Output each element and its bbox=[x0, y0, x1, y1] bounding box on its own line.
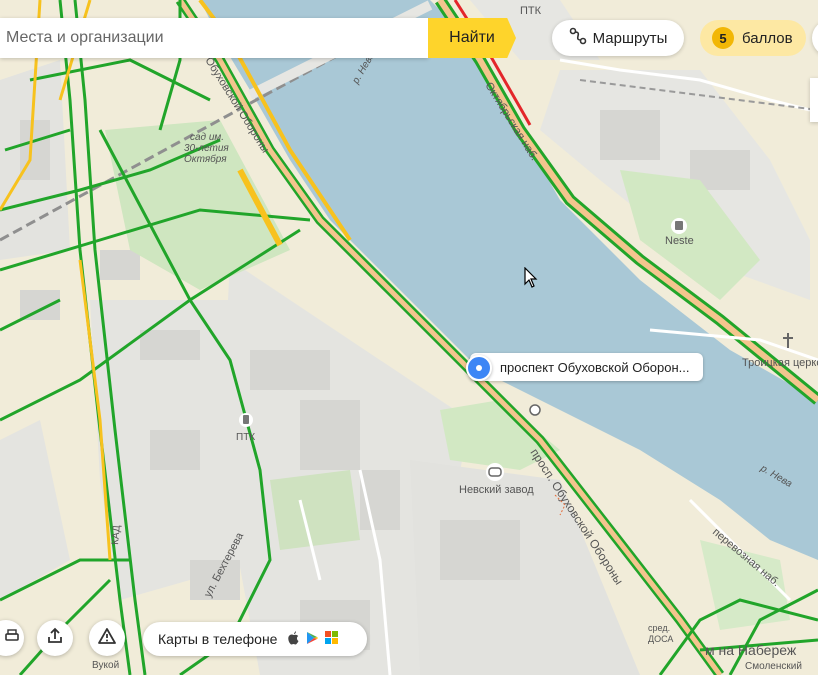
troitskaya-label: Троицкая церко bbox=[742, 357, 818, 369]
fuel-poi-icon[interactable] bbox=[239, 413, 253, 427]
location-pin-icon[interactable] bbox=[466, 355, 492, 381]
search-box bbox=[0, 18, 432, 58]
points-count: 5 bbox=[712, 27, 734, 49]
doska-label: ДОСА bbox=[648, 634, 673, 644]
apple-icon bbox=[287, 630, 300, 648]
search-input[interactable] bbox=[0, 18, 432, 58]
route-icon bbox=[569, 27, 587, 49]
kad-label: КАД bbox=[110, 525, 123, 546]
points-button[interactable]: 5 баллов bbox=[700, 20, 806, 56]
point-poi-icon[interactable] bbox=[529, 404, 541, 416]
place-popup[interactable]: проспект Обуховской Оборон... bbox=[470, 353, 704, 381]
factory-poi-icon[interactable] bbox=[486, 463, 504, 481]
map-canvas[interactable]: ПТК р. Нева р. Нева сад им. 30-летия Окт… bbox=[0, 0, 818, 675]
find-button[interactable]: Найти bbox=[428, 18, 516, 58]
routes-button[interactable]: Маршруты bbox=[552, 20, 684, 56]
side-panel-button[interactable] bbox=[810, 78, 818, 122]
smolensky-label: Смоленский bbox=[745, 661, 802, 672]
share-icon bbox=[46, 627, 64, 650]
garden-label-2: 30-летия bbox=[184, 143, 229, 154]
mobile-app-button[interactable]: Карты в телефоне bbox=[143, 622, 367, 656]
popup-label: проспект Обуховской Оборон... bbox=[500, 359, 690, 375]
vukoi-label: Вукой bbox=[92, 660, 119, 671]
routes-label: Маршруты bbox=[592, 29, 668, 47]
print-icon bbox=[4, 628, 20, 649]
windows-icon bbox=[325, 631, 339, 647]
ptk-mid-label: ПТК bbox=[236, 432, 255, 443]
warning-icon bbox=[97, 627, 117, 650]
naberezh-label: м на Набереж bbox=[705, 642, 797, 658]
sred-label: сред. bbox=[648, 623, 670, 633]
report-button[interactable] bbox=[89, 620, 125, 656]
google-play-icon bbox=[306, 631, 319, 648]
neste-poi-icon[interactable] bbox=[671, 218, 687, 234]
mouse-cursor-icon bbox=[524, 266, 538, 294]
neste-label: Neste bbox=[665, 235, 694, 247]
share-button[interactable] bbox=[37, 620, 73, 656]
ptk-top-label: ПТК bbox=[520, 5, 542, 17]
app-promo-label: Карты в телефоне bbox=[158, 631, 278, 647]
garden-label-1: сад им. bbox=[190, 132, 224, 143]
nevsky-zavod-label: Невский завод bbox=[459, 484, 534, 496]
garden-label-3: Октября bbox=[184, 153, 227, 165]
find-button-label: Найти bbox=[449, 29, 495, 46]
points-label: баллов bbox=[742, 29, 793, 47]
